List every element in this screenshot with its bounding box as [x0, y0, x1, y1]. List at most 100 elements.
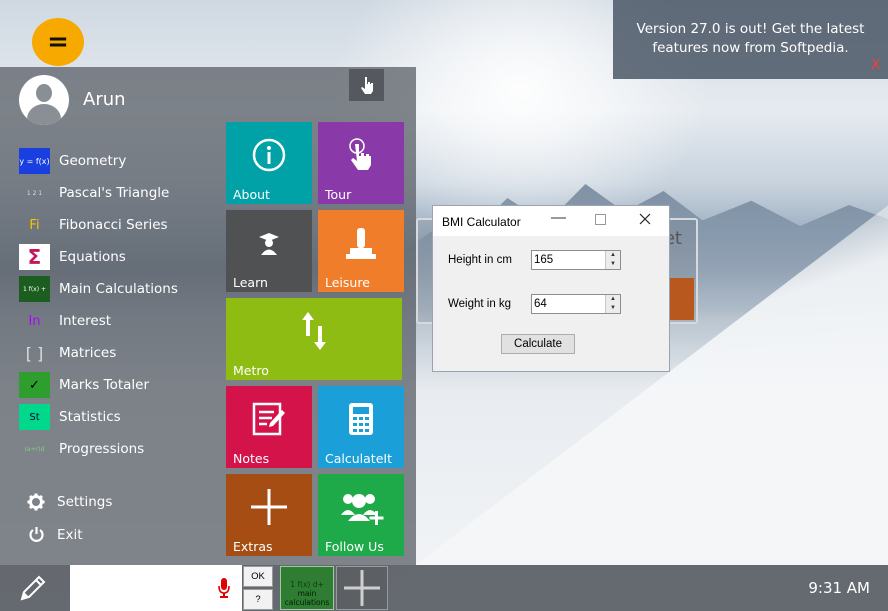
calculate-button[interactable]: Calculate — [501, 334, 575, 354]
stepper-up-icon[interactable]: ▲ — [606, 295, 620, 304]
stepper-down-icon[interactable]: ▼ — [606, 260, 620, 269]
taskbar-app-label: main calculations — [284, 589, 330, 607]
height-stepper-arrows[interactable]: ▲ ▼ — [605, 251, 620, 269]
menu-item-fibonacci-series[interactable]: Fi Fibonacci Series — [19, 209, 178, 241]
gear-icon — [24, 493, 48, 511]
tile-label: Notes — [233, 451, 270, 466]
menu-item-main-calculations[interactable]: 1 f(x) + Main Calculations — [19, 273, 178, 305]
clock: 9:31 AM — [808, 579, 870, 597]
maximize-icon — [595, 214, 606, 225]
notification-line-2: features now from Softpedia. — [652, 40, 849, 56]
calculator-icon — [318, 386, 404, 452]
taskbar-app-main-calculations[interactable]: 1 f(x) d+ main calculations — [280, 566, 334, 610]
plus-icon — [226, 474, 312, 540]
power-icon — [24, 526, 48, 543]
settings-label: Settings — [57, 493, 113, 510]
system-menu-list: Settings Exit — [24, 485, 112, 551]
menu-item-label: Pascal's Triangle — [59, 185, 170, 201]
joystick-icon — [318, 210, 404, 276]
menu-item-label: Fibonacci Series — [59, 217, 168, 233]
bmi-calculator-window: BMI Calculator — Height in cm ▲ ▼ Weight… — [432, 205, 670, 372]
tile-notes[interactable]: Notes — [226, 386, 312, 468]
menu-item-label: Main Calculations — [59, 281, 178, 297]
avatar-head — [36, 84, 52, 102]
main-menu-button[interactable]: = — [32, 18, 84, 66]
menu-item-geometry[interactable]: y = f(x) Geometry — [19, 145, 178, 177]
tile-label: Extras — [233, 539, 273, 554]
menu-item-label: Interest — [59, 313, 112, 329]
tile-leisure[interactable]: Leisure — [318, 210, 404, 292]
progressions-icon: (a+r)d — [24, 445, 45, 453]
tile-metro[interactable]: Metro — [226, 298, 402, 380]
command-input[interactable] — [74, 577, 209, 597]
menu-item-label: Matrices — [59, 345, 117, 361]
tile-label: Learn — [233, 275, 268, 290]
tile-calculateit[interactable]: CalculateIt — [318, 386, 404, 468]
avatar-body — [27, 104, 61, 125]
settings-menu-item[interactable]: Settings — [24, 485, 112, 518]
microphone-icon[interactable] — [218, 578, 230, 602]
tile-follow-us[interactable]: Follow Us — [318, 474, 404, 556]
bmi-title-bar[interactable]: BMI Calculator — — [433, 206, 669, 236]
exit-menu-item[interactable]: Exit — [24, 518, 112, 551]
notification-line-1: Version 27.0 is out! Get the latest — [636, 21, 865, 37]
taskbar-app-icon-text: 1 f(x) d+ — [290, 580, 324, 589]
bmi-window-title: BMI Calculator — [442, 215, 521, 229]
menu-item-equations[interactable]: Σ Equations — [19, 241, 178, 273]
student-icon — [226, 210, 312, 276]
weight-stepper-arrows[interactable]: ▲ ▼ — [605, 295, 620, 313]
tile-label: About — [233, 187, 270, 202]
hand-pointer-icon — [360, 77, 373, 94]
menu-item-progressions[interactable]: (a+r)d Progressions — [19, 433, 178, 465]
stepper-up-icon[interactable]: ▲ — [606, 251, 620, 260]
tile-learn[interactable]: Learn — [226, 210, 312, 292]
height-input[interactable] — [534, 252, 604, 268]
pencil-icon[interactable] — [18, 573, 48, 607]
pascal-triangle-icon: 1 2 1 — [26, 189, 43, 197]
exit-label: Exit — [57, 526, 83, 543]
app-menu-list: y = f(x) Geometry 1 2 1 Pascal's Triangl… — [19, 145, 178, 465]
tile-extras[interactable]: Extras — [226, 474, 312, 556]
calculations-icon: 1 f(x) + — [19, 276, 50, 302]
command-box[interactable] — [70, 565, 242, 611]
height-stepper[interactable]: ▲ ▼ — [531, 250, 621, 270]
taskbar-app-extras[interactable] — [336, 566, 388, 610]
weight-input[interactable] — [534, 296, 604, 312]
close-button[interactable] — [639, 212, 651, 229]
help-button[interactable]: ? — [243, 589, 273, 610]
update-notification: Version 27.0 is out! Get the latest feat… — [613, 0, 888, 79]
menu-item-label: Equations — [59, 249, 126, 265]
swap-arrows-icon — [226, 298, 402, 364]
avatar[interactable] — [19, 75, 69, 125]
menu-item-matrices[interactable]: [ ] Matrices — [19, 337, 178, 369]
minimize-button[interactable]: — — [551, 209, 566, 226]
menu-item-label: Geometry — [59, 153, 127, 169]
close-icon — [639, 213, 651, 225]
interest-icon: In — [28, 313, 41, 329]
statistics-icon: St — [19, 404, 50, 430]
taskbar: OK ? 1 f(x) d+ main calculations 9:31 AM — [0, 565, 888, 611]
tile-label: CalculateIt — [325, 451, 392, 466]
tile-label: Leisure — [325, 275, 370, 290]
tile-label: Tour — [325, 187, 352, 202]
menu-item-marks-totaler[interactable]: ✓ Marks Totaler — [19, 369, 178, 401]
height-label: Height in cm — [448, 254, 512, 266]
maximize-button[interactable] — [595, 212, 606, 229]
menu-item-interest[interactable]: In Interest — [19, 305, 178, 337]
username: Arun — [83, 89, 126, 110]
weight-stepper[interactable]: ▲ ▼ — [531, 294, 621, 314]
notification-close-button[interactable]: X — [871, 56, 880, 75]
tile-label: Metro — [233, 363, 269, 378]
menu-item-statistics[interactable]: St Statistics — [19, 401, 178, 433]
touch-mode-button[interactable] — [349, 69, 384, 101]
menu-item-pascals-triangle[interactable]: 1 2 1 Pascal's Triangle — [19, 177, 178, 209]
menu-item-label: Marks Totaler — [59, 377, 149, 393]
fibonacci-icon: Fi — [29, 217, 40, 233]
ok-button[interactable]: OK — [243, 566, 273, 587]
hand-tap-icon — [318, 122, 404, 188]
tile-tour[interactable]: Tour — [318, 122, 404, 204]
info-icon — [226, 122, 312, 188]
tile-about[interactable]: About — [226, 122, 312, 204]
stepper-down-icon[interactable]: ▼ — [606, 304, 620, 313]
weight-label: Weight in kg — [448, 298, 512, 310]
